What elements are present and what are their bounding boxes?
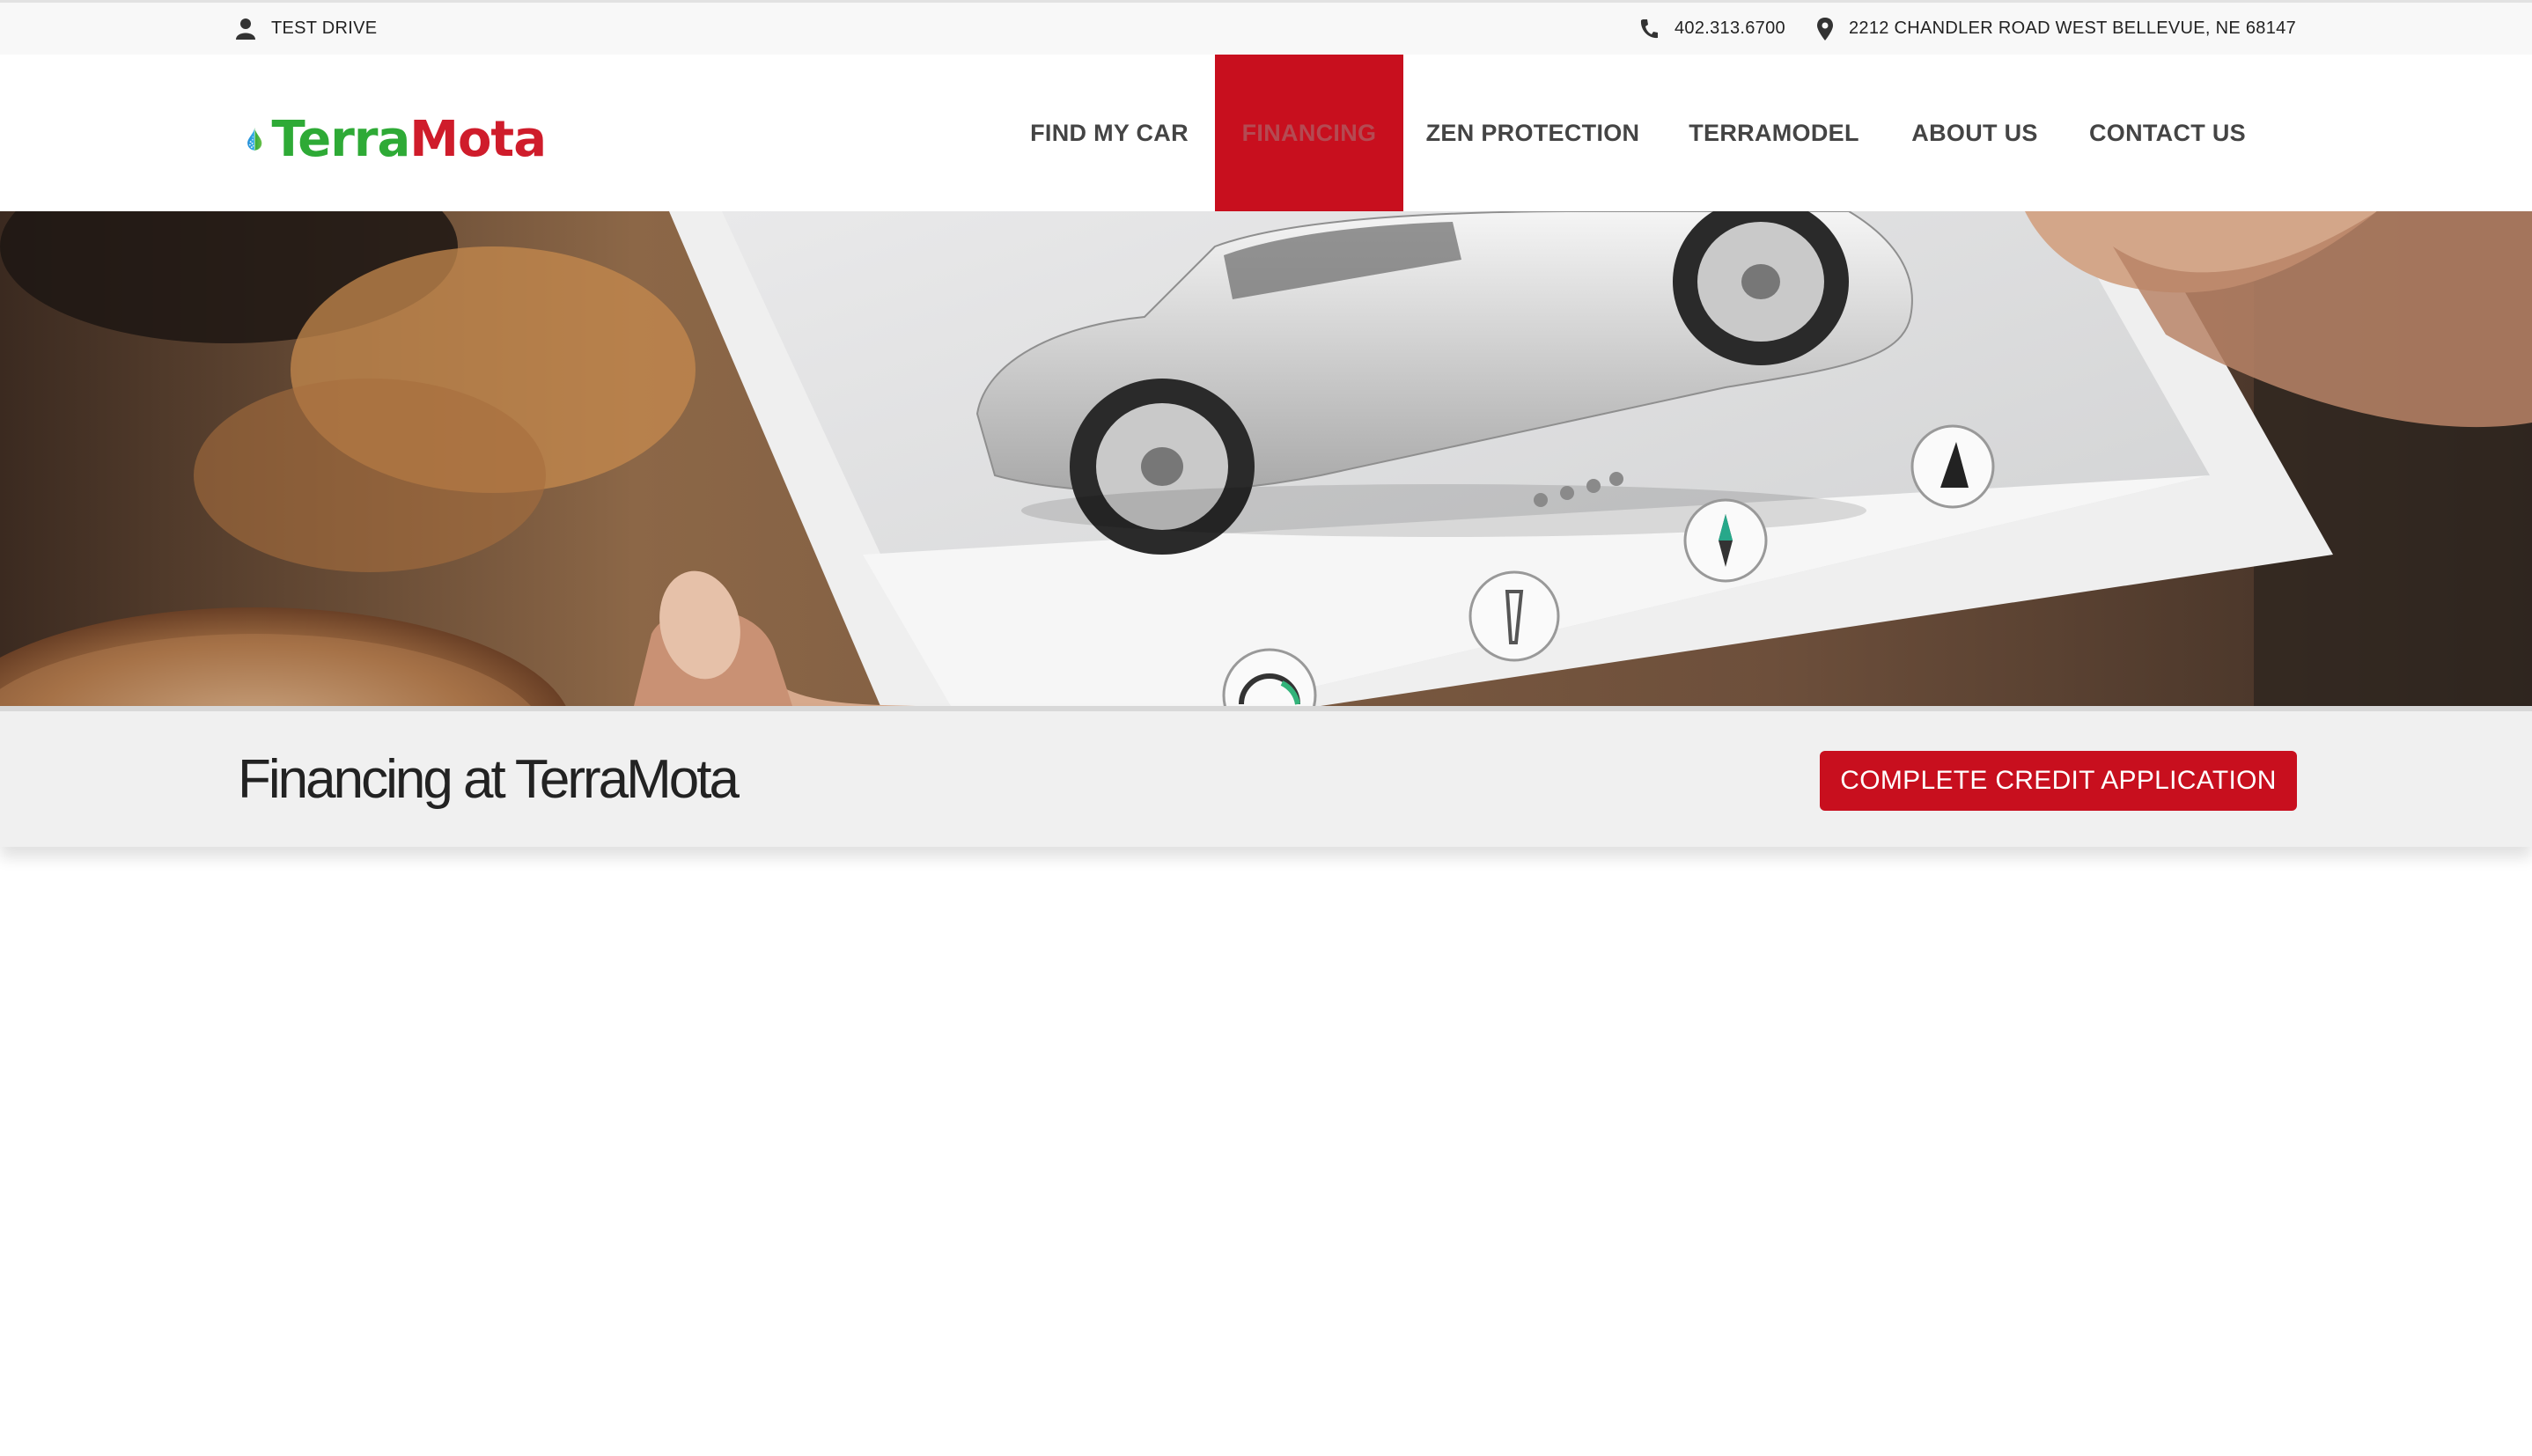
phone-link[interactable]: 402.313.6700 [1639,3,1785,55]
test-drive-link[interactable]: TEST DRIVE [236,3,377,55]
hero-illustration [0,211,2532,706]
top-bar: TEST DRIVE 402.313.6700 2212 CHANDLER RO… [0,0,2532,55]
nav-item-zen-protection[interactable]: ZEN PROTECTION [1417,55,1648,211]
address-text: 2212 CHANDLER ROAD WEST BELLEVUE, NE 681… [1849,18,2296,38]
traffic-cone-icon [1910,424,1995,509]
main-nav: FIND MY CAR FINANCING ZEN PROTECTION TER… [0,55,2532,211]
nav-item-financing[interactable]: FINANCING [1215,55,1403,211]
hero-banner [0,211,2532,706]
page-title: Financing at TerraMota [238,749,740,810]
test-drive-label: TEST DRIVE [271,18,378,38]
nav-item-contact-us[interactable]: CONTACT US [2079,55,2256,211]
complete-credit-application-button[interactable]: COMPLETE CREDIT APPLICATION [1820,751,2297,811]
page-title-band: Financing at TerraMota COMPLETE CREDIT A… [0,706,2532,847]
user-icon [236,18,255,40]
address-link[interactable]: 2212 CHANDLER ROAD WEST BELLEVUE, NE 681… [1817,3,2296,55]
nav-item-find-my-car[interactable]: FIND MY CAR [1018,55,1201,211]
map-pin-icon [1817,17,1833,40]
compass-icon [1683,498,1768,583]
nav-item-terramodel[interactable]: TERRAMODEL [1675,55,1873,211]
phone-icon [1640,18,1658,38]
nav-item-about-us[interactable]: ABOUT US [1902,55,2048,211]
wrench-icon [1468,570,1560,662]
site-header: TerraMota FIND MY CAR FINANCING ZEN PROT… [0,55,2532,211]
phone-number: 402.313.6700 [1675,18,1785,38]
